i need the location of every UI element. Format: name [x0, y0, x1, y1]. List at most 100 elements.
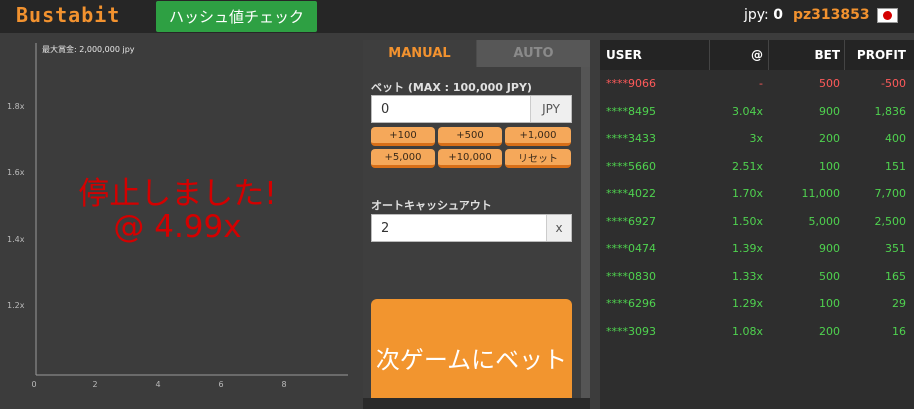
top-bar: Bustabit ハッシュ値チェック jpy: 0 pz313853 [0, 0, 914, 33]
cashout-multiplier: 1.08x [731, 324, 763, 338]
player-name: ****4022 [606, 187, 656, 200]
table-row[interactable]: ****9066-500 -500 [600, 70, 914, 97]
hash-check-button[interactable]: ハッシュ値チェック [156, 1, 317, 32]
chip-add-5000[interactable]: +5,000 [371, 149, 435, 168]
y-tick-label: 1.2x [7, 301, 25, 310]
header-bet: BET [814, 48, 840, 62]
players-table: USER @ BET PROFIT ****9066-500 -500 ****84… [600, 40, 914, 409]
player-name: ****6927 [606, 214, 656, 228]
max-win-label: 最大賞金: 2,000,000 jpy [42, 45, 135, 54]
profit-amount: 151 [885, 159, 906, 173]
table-row[interactable]: ****6296 1.29x 100 29 [600, 290, 914, 317]
x-tick-label: 2 [92, 380, 97, 389]
profit-amount: 165 [885, 269, 906, 283]
player-name: ****5660 [606, 159, 656, 173]
x-tick-label: 0 [31, 380, 36, 389]
cashout-multiplier: - [759, 77, 763, 90]
player-name: ****9066 [606, 77, 656, 90]
player-name: ****8495 [606, 104, 656, 118]
profit-amount: 16 [892, 324, 906, 338]
japan-flag-icon[interactable] [877, 8, 898, 23]
bet-controls: MANUAL AUTO ベット (MAX : 100,000 JPY) 0 JP… [363, 40, 590, 409]
crash-message: 停止しました! @ 4.99x [40, 178, 315, 244]
chip-add-1000[interactable]: +1,000 [505, 127, 571, 146]
header-divider [709, 40, 710, 70]
y-tick-label: 1.4x [7, 235, 25, 244]
x-tick-label: 4 [155, 380, 160, 389]
table-row[interactable]: ****8495 3.04x 900 1,836 [600, 98, 914, 125]
cashout-multiplier: 1.33x [731, 269, 763, 283]
game-chart: 1.8x 1.6x 1.4x 1.2x 0 2 4 6 8 最大賞金: 2,000,000 j… [0, 33, 357, 409]
tab-manual[interactable]: MANUAL [363, 40, 476, 67]
manual-panel: ベット (MAX : 100,000 JPY) 0 JPY +100 +500 … [363, 67, 581, 409]
header-divider [768, 40, 769, 70]
bet-amount: 200 [819, 132, 840, 145]
tab-auto[interactable]: AUTO [477, 40, 590, 67]
balance-value: 0 [773, 7, 783, 23]
header-user: USER [606, 48, 642, 62]
chip-reset-button[interactable]: リセット [505, 149, 571, 168]
bet-amount: 200 [819, 324, 840, 338]
bet-amount: 100 [819, 159, 840, 173]
bet-amount: 11,000 [801, 187, 841, 200]
cashout-multiplier: 1.29x [731, 297, 763, 310]
profit-amount: 1,836 [874, 104, 907, 118]
header-divider [844, 40, 845, 70]
auto-cashout-label: オートキャッシュアウト [371, 199, 492, 212]
player-name: ****3433 [606, 132, 656, 145]
bet-amount: 900 [819, 242, 840, 255]
cashout-multiplier: 3x [749, 132, 763, 145]
bet-amount: 5,000 [808, 214, 841, 228]
panel-scrollbar[interactable] [581, 67, 590, 398]
profit-amount: 29 [892, 297, 906, 310]
profit-amount: 351 [885, 242, 906, 255]
table-row[interactable]: ****0474 1.39x 900 351 [600, 235, 914, 262]
flag-circle [883, 11, 892, 20]
player-name: ****0474 [606, 242, 656, 255]
bet-amount-input[interactable]: 0 JPY [371, 95, 572, 123]
auto-cashout-input[interactable]: 2 x [371, 214, 572, 242]
table-row[interactable]: ****3093 1.08x 200 16 [600, 318, 914, 345]
bet-amount-label: ベット (MAX : 100,000 JPY) [371, 81, 532, 94]
bet-amount-value: 0 [381, 102, 390, 117]
profit-amount: 2,500 [874, 214, 907, 228]
currency-label: jpy: [744, 7, 769, 23]
profit-amount: 7,700 [874, 187, 907, 200]
bet-amount: 500 [819, 269, 840, 283]
y-tick-label: 1.6x [7, 168, 25, 177]
header-profit: PROFIT [856, 48, 906, 62]
cashout-multiplier: 2.51x [731, 159, 763, 173]
bet-currency-suffix: JPY [530, 96, 571, 122]
table-header: USER @ BET PROFIT [600, 40, 914, 70]
header-at: @ [751, 48, 763, 62]
table-row[interactable]: ****3433 3x 200 400 [600, 125, 914, 152]
cashout-multiplier: 1.50x [731, 214, 763, 228]
player-name: ****3093 [606, 324, 656, 338]
crash-status-text: 停止しました! [78, 176, 277, 212]
table-row[interactable]: ****5660 2.51x 100 151 [600, 153, 914, 180]
player-name: ****0830 [606, 269, 656, 283]
profit-amount: 400 [885, 132, 906, 145]
cashout-suffix: x [546, 215, 571, 241]
logo[interactable]: Bustabit [16, 3, 120, 27]
bet-amount: 900 [819, 104, 840, 118]
balance-display: jpy: 0 [744, 7, 783, 23]
x-tick-label: 8 [281, 380, 286, 389]
chip-add-500[interactable]: +500 [438, 127, 502, 146]
place-bet-button[interactable]: 次ゲームにベット [371, 299, 572, 409]
bet-amount: 500 [819, 77, 840, 90]
table-row[interactable]: ****6927 1.50x 5,000 2,500 [600, 208, 914, 235]
auto-cashout-value: 2 [381, 221, 390, 236]
controls-footer [363, 398, 590, 409]
x-tick-label: 6 [218, 380, 223, 389]
bet-amount: 100 [819, 297, 840, 310]
player-name: ****6296 [606, 297, 656, 310]
table-row[interactable]: ****4022 1.70x 11,000 7,700 [600, 180, 914, 207]
y-tick-label: 1.8x [7, 102, 25, 111]
cashout-multiplier: 1.70x [731, 187, 763, 200]
username-link[interactable]: pz313853 [793, 7, 870, 23]
cashout-multiplier: 1.39x [731, 242, 763, 255]
chip-add-100[interactable]: +100 [371, 127, 435, 146]
table-row[interactable]: ****0830 1.33x 500 165 [600, 263, 914, 290]
chip-add-10000[interactable]: +10,000 [438, 149, 502, 168]
